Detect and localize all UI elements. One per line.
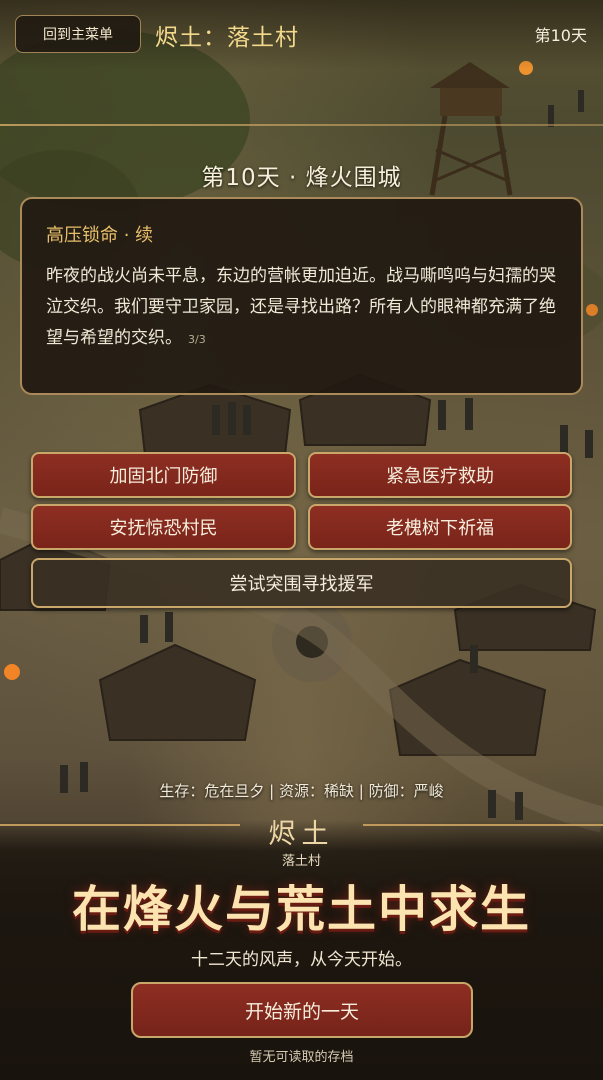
top-bar: 回到主菜单 烬土：落土村 第10天 bbox=[0, 0, 603, 70]
save-status-note: 暂无可读取的存档 bbox=[249, 1050, 354, 1065]
choice-calm-villagers[interactable]: 安抚惊恐村民 bbox=[31, 504, 296, 550]
event-title: 高压锁命 · 续 bbox=[46, 225, 154, 246]
tagline: 在烽火与荒土中求生 bbox=[71, 880, 531, 938]
event-day-title: 第10天 · 烽火围城 bbox=[201, 165, 402, 191]
event-body: 昨夜的战火尚未平息，东边的营帐更加迫近。战马嘶鸣呜与妇孺的哭泣交织。我们要守卫家… bbox=[46, 261, 557, 355]
choice-reinforce-north-gate[interactable]: 加固北门防御 bbox=[31, 452, 296, 498]
event-card: 高压锁命 · 续 昨夜的战火尚未平息，东边的营帐更加迫近。战马嘶鸣呜与妇孺的哭泣… bbox=[20, 197, 583, 395]
event-text: 昨夜的战火尚未平息，东边的营帐更加迫近。战马嘶鸣呜与妇孺的哭泣交织。我们要守卫家… bbox=[46, 266, 556, 348]
choice-breakout-for-reinforcements[interactable]: 尝试突围寻找援军 bbox=[31, 558, 572, 608]
event-page-indicator[interactable]: 3/3 bbox=[188, 333, 206, 346]
intro-subtitle: 十二天的风声，从今天开始。 bbox=[191, 950, 412, 970]
header-divider bbox=[0, 124, 603, 126]
game-screen: 回到主菜单 烬土：落土村 第10天 第10天 · 烽火围城 高压锁命 · 续 昨… bbox=[0, 0, 603, 1080]
location-title: 烬土：落土村 bbox=[155, 25, 299, 51]
game-logo: 烬土 bbox=[268, 819, 335, 850]
choice-emergency-medical[interactable]: 紧急医疗救助 bbox=[308, 452, 572, 498]
day-counter: 第10天 bbox=[534, 26, 587, 45]
status-summary: 生存：危在旦夕 | 资源：稀缺 | 防御：严峻 bbox=[159, 782, 444, 800]
choice-pray-at-tree[interactable]: 老槐树下祈福 bbox=[308, 504, 572, 550]
game-logo-subtitle: 落土村 bbox=[281, 854, 321, 869]
start-new-day-button[interactable]: 开始新的一天 bbox=[131, 982, 473, 1038]
main-menu-button[interactable]: 回到主菜单 bbox=[15, 15, 141, 53]
